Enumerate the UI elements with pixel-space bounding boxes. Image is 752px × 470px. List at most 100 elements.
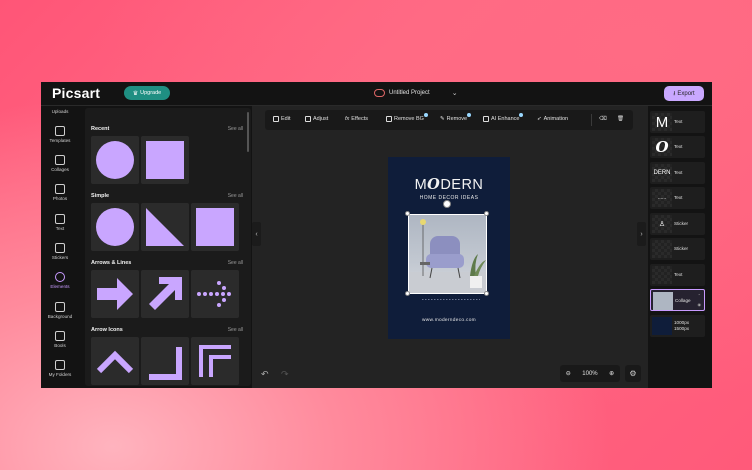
layer-item[interactable]: M Text (650, 111, 705, 133)
corner-arrow-icon (149, 347, 182, 380)
resize-handle-bottom-right[interactable] (484, 291, 489, 296)
book-icon (55, 126, 65, 136)
export-button[interactable]: ⭳ Export (664, 86, 704, 101)
rail-item-photos[interactable]: Photos (41, 184, 79, 201)
see-all-simple-link[interactable]: See all (228, 193, 243, 199)
folder-icon (55, 360, 65, 370)
crown-icon: ♛ (132, 90, 139, 97)
settings-button[interactable]: ⚙ (625, 365, 641, 382)
element-tile-square[interactable] (191, 203, 239, 251)
rail-item-bools[interactable]: Bools (41, 331, 79, 348)
collapse-left-panel-button[interactable]: ‹ (252, 222, 261, 246)
lock-icon[interactable]: ⌃ (698, 293, 701, 298)
section-title-arrows-lines: Arrows & Lines (91, 260, 132, 266)
layer-item-background[interactable]: 1000px 1500px (650, 315, 705, 337)
element-tile-circle[interactable] (91, 203, 139, 251)
premium-badge-icon (467, 113, 472, 117)
rail-item-my-folders[interactable]: My Folders (41, 360, 79, 377)
rail-item-templates[interactable]: Templates (41, 126, 79, 143)
picsart-logo[interactable]: Picsart (52, 85, 100, 101)
element-tile-corner-arrow[interactable] (141, 337, 189, 385)
rail-item-label: Photos (52, 196, 68, 201)
square-shape (146, 141, 184, 179)
resize-handle-top-left[interactable] (405, 211, 410, 216)
toolbar-edit-button[interactable]: Edit (273, 116, 290, 122)
see-all-arrow-icons-link[interactable]: See all (228, 327, 243, 333)
rail-item-stickers[interactable]: Stickers (41, 243, 79, 260)
eraser-tool-button[interactable]: ⌫ (599, 116, 607, 122)
rail-item-label: Collages (51, 167, 69, 172)
tool-icon (55, 331, 65, 341)
layer-item[interactable]: DERN Text (650, 162, 705, 184)
layer-item[interactable]: O Text (650, 136, 705, 158)
upgrade-label: Upgrade (140, 90, 162, 96)
collapse-right-panel-button[interactable]: › (637, 222, 646, 246)
toolbar-remove-bg-button[interactable]: Remove BG (386, 113, 428, 122)
premium-badge-icon (519, 113, 524, 117)
layer-item[interactable]: ♙ Sticker (650, 213, 705, 235)
see-all-recent-link[interactable]: See all (228, 126, 243, 132)
layer-item[interactable]: Text (650, 264, 705, 286)
element-tile-circle[interactable] (91, 136, 139, 184)
layer-label: Text (674, 119, 683, 124)
zoom-control: ⊖ 100% ⊕ (560, 365, 620, 382)
project-title-dropdown[interactable]: Untitled Project ⌄ (374, 89, 458, 97)
rotate-handle-icon[interactable] (443, 200, 451, 208)
selection-box[interactable] (408, 214, 487, 294)
panel-scrollbar[interactable] (247, 112, 249, 152)
layer-label: Collage (675, 298, 691, 303)
toolbar-ai-enhance-button[interactable]: AI Enhance (483, 113, 524, 122)
download-icon: ⭳ (673, 90, 676, 97)
toolbar-remove-button[interactable]: ✎ Remove (440, 113, 472, 122)
rail-item-elements[interactable]: Elements (41, 272, 79, 289)
layer-item[interactable]: ...... Text (650, 187, 705, 209)
toolbar-animation-button[interactable]: ➶ Animation (537, 116, 568, 122)
background-icon (55, 302, 65, 312)
element-tile-triangle[interactable] (141, 203, 189, 251)
poster-url[interactable]: www.moderndeco.com (388, 318, 510, 323)
chevron-left-icon: ‹ (255, 230, 258, 238)
redo-icon[interactable]: ↷ (281, 369, 289, 380)
undo-icon[interactable]: ↶ (261, 369, 269, 380)
layer-label: Text (674, 272, 683, 277)
element-tile-double-corner[interactable] (191, 337, 239, 385)
delete-button[interactable]: 🗑 (617, 116, 624, 122)
resize-handle-bottom-left[interactable] (405, 291, 410, 296)
star-icon (55, 272, 65, 282)
dotted-divider (422, 299, 480, 300)
rail-item-text[interactable]: Text (41, 214, 79, 231)
toolbar-effects-button[interactable]: fx Effects (345, 116, 368, 122)
element-tile-arrow-right[interactable] (91, 270, 139, 318)
layer-thumbnail (652, 240, 672, 258)
poster-title[interactable]: MODERN (388, 176, 510, 193)
layer-thumbnail (652, 266, 672, 284)
layer-item[interactable]: Sticker (650, 238, 705, 260)
sticker-icon (55, 243, 65, 253)
layer-item-selected[interactable]: Collage ⌃ ◉ (650, 289, 705, 311)
zoom-level[interactable]: 100% (582, 371, 597, 377)
visibility-icon[interactable]: ◉ (698, 302, 702, 307)
trash-icon: 🗑 (617, 116, 624, 122)
editor-window: Picsart ♛ Upgrade Untitled Project ⌄ ⭳ E… (41, 82, 712, 388)
see-all-arrows-link[interactable]: See all (228, 260, 243, 266)
toolbar-label: Edit (281, 116, 291, 122)
element-tile-arrow-up-right[interactable] (141, 270, 189, 318)
zoom-out-icon[interactable]: ⊖ (566, 370, 571, 377)
fx-icon: fx (345, 116, 350, 122)
element-tile-square[interactable] (141, 136, 189, 184)
element-tile-dotted-arrow[interactable] (191, 270, 239, 318)
zoom-in-icon[interactable]: ⊕ (609, 370, 614, 377)
top-bar: Picsart ♛ Upgrade Untitled Project ⌄ ⭳ E… (41, 82, 712, 106)
element-tile-chevron-up[interactable] (91, 337, 139, 385)
circle-shape (96, 141, 134, 179)
rail-item-collages[interactable]: Collages (41, 155, 79, 172)
rail-item-background[interactable]: Background (41, 302, 79, 319)
eraser-icon: ✎ (440, 116, 445, 122)
toolbar-adjust-button[interactable]: Adjust (305, 116, 328, 122)
resize-handle-top-right[interactable] (484, 211, 489, 216)
upgrade-button[interactable]: ♛ Upgrade (124, 86, 170, 100)
edit-icon (273, 116, 279, 122)
rail-item-label: Templates (49, 138, 71, 143)
rail-item-uploads[interactable]: Uploads (41, 109, 79, 114)
layer-label: Text (674, 195, 683, 200)
